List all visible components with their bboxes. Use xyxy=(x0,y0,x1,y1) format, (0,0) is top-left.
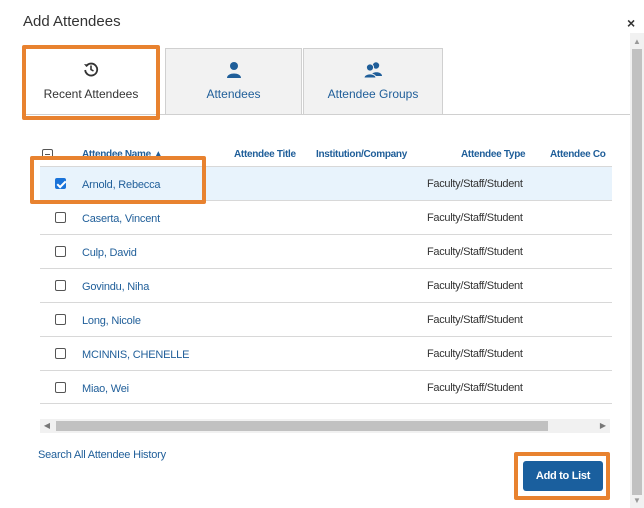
table-row[interactable]: Caserta, Vincent Faculty/Staff/Student xyxy=(40,200,612,234)
table-row[interactable]: Arnold, Rebecca Faculty/Staff/Student xyxy=(40,166,612,200)
attendee-type: Faculty/Staff/Student xyxy=(427,382,523,394)
attendee-name-link[interactable]: Arnold, Rebecca xyxy=(82,179,161,191)
tab-attendees[interactable]: Attendees xyxy=(165,48,302,115)
vertical-scroll-thumb[interactable] xyxy=(632,49,642,495)
column-header-name[interactable]: Attendee Name ▲ xyxy=(82,149,163,160)
tab-label: Recent Attendees xyxy=(43,87,139,101)
attendee-type: Faculty/Staff/Student xyxy=(427,178,523,190)
table-row[interactable]: Culp, David Faculty/Staff/Student xyxy=(40,234,612,268)
column-header-contact[interactable]: Attendee Co xyxy=(550,149,606,160)
tab-label: Attendee Groups xyxy=(327,87,419,101)
attendee-name-link[interactable]: Long, Nicole xyxy=(82,315,141,327)
row-checkbox[interactable] xyxy=(55,382,66,393)
scroll-right-icon[interactable]: ▶ xyxy=(596,419,610,433)
column-header-title[interactable]: Attendee Title xyxy=(234,149,296,160)
row-checkbox[interactable] xyxy=(55,348,66,359)
row-checkbox[interactable] xyxy=(55,212,66,223)
history-icon xyxy=(26,61,156,79)
column-header-type[interactable]: Attendee Type xyxy=(461,149,526,160)
tabs-divider xyxy=(25,114,630,115)
attendee-type: Faculty/Staff/Student xyxy=(427,212,523,224)
select-all-checkbox[interactable] xyxy=(42,149,53,160)
table-row[interactable]: Long, Nicole Faculty/Staff/Student xyxy=(40,302,612,336)
table-row[interactable]: Miao, Wei Faculty/Staff/Student xyxy=(40,370,612,404)
row-checkbox[interactable] xyxy=(55,280,66,291)
close-icon[interactable]: × xyxy=(627,16,635,30)
attendee-name-link[interactable]: Govindu, Niha xyxy=(82,281,149,293)
person-icon xyxy=(166,61,301,79)
column-header-institution[interactable]: Institution/Company xyxy=(316,149,407,160)
attendee-name-link[interactable]: Miao, Wei xyxy=(82,383,129,395)
attendee-type: Faculty/Staff/Student xyxy=(427,348,523,360)
attendee-name-link[interactable]: MCINNIS, CHENELLE xyxy=(82,349,189,361)
scroll-down-icon[interactable]: ▼ xyxy=(630,494,644,508)
add-to-list-button[interactable]: Add to List xyxy=(523,461,603,491)
attendee-type: Faculty/Staff/Student xyxy=(427,280,523,292)
horizontal-scroll-thumb[interactable] xyxy=(56,421,548,431)
tab-recent-attendees[interactable]: Recent Attendees xyxy=(25,48,157,115)
vertical-scrollbar[interactable]: ▲ ▼ xyxy=(630,33,644,508)
add-attendees-dialog: Add Attendees × Recent Attendees Attende… xyxy=(0,0,644,508)
row-checkbox[interactable] xyxy=(55,314,66,325)
tab-label: Attendees xyxy=(206,87,261,101)
tab-attendee-groups[interactable]: Attendee Groups xyxy=(303,48,443,115)
table-header: Attendee Name ▲ Attendee Title Instituti… xyxy=(40,145,612,165)
attendee-name-link[interactable]: Caserta, Vincent xyxy=(82,213,160,225)
people-group-icon xyxy=(304,61,442,79)
table-row[interactable]: Govindu, Niha Faculty/Staff/Student xyxy=(40,268,612,302)
search-history-link[interactable]: Search All Attendee History xyxy=(38,449,166,461)
attendee-type: Faculty/Staff/Student xyxy=(427,246,523,258)
attendee-name-link[interactable]: Culp, David xyxy=(82,247,137,259)
dialog-title: Add Attendees xyxy=(23,13,121,30)
row-checkbox[interactable] xyxy=(55,246,66,257)
row-checkbox[interactable] xyxy=(55,178,66,189)
horizontal-scrollbar[interactable]: ◀ ▶ xyxy=(40,419,610,433)
scroll-up-icon[interactable]: ▲ xyxy=(630,35,644,49)
attendee-type: Faculty/Staff/Student xyxy=(427,314,523,326)
scroll-left-icon[interactable]: ◀ xyxy=(40,419,54,433)
table-row[interactable]: MCINNIS, CHENELLE Faculty/Staff/Student xyxy=(40,336,612,370)
